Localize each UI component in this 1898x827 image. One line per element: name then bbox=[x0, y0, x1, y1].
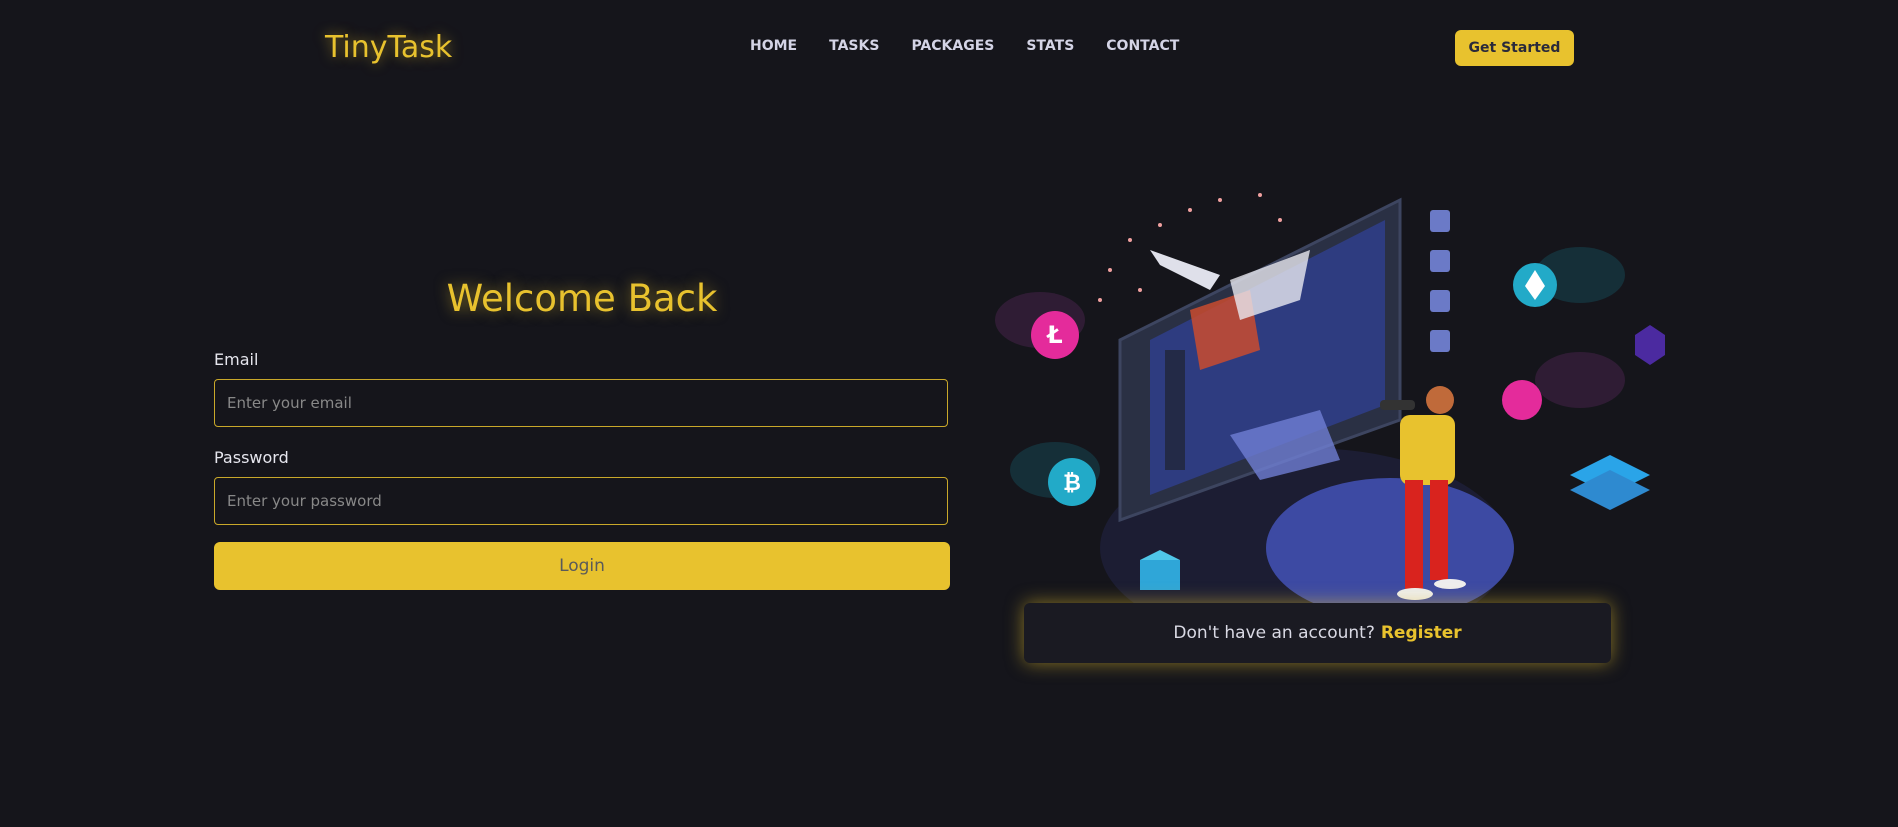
email-input[interactable]: Enter your email bbox=[214, 379, 948, 427]
login-page: TinyTask HOME TASKS PACKAGES STATS CONTA… bbox=[0, 0, 1898, 827]
stack-icon bbox=[1570, 455, 1650, 510]
gem-icon bbox=[1635, 325, 1665, 365]
nav-contact[interactable]: CONTACT bbox=[1106, 38, 1179, 54]
stage-icon bbox=[1266, 478, 1514, 618]
nav-tasks[interactable]: TASKS bbox=[829, 38, 879, 54]
email-label: Email bbox=[214, 350, 259, 369]
spaceship-icon bbox=[1150, 250, 1220, 290]
ethereum-icon bbox=[1513, 247, 1625, 307]
main-nav: HOME TASKS PACKAGES STATS CONTACT bbox=[750, 38, 1179, 54]
page-title: Welcome Back bbox=[446, 277, 718, 320]
logo[interactable]: TinyTask bbox=[325, 30, 452, 65]
login-button[interactable]: Login bbox=[214, 542, 950, 590]
password-label: Password bbox=[214, 448, 289, 467]
get-started-button[interactable]: Get Started bbox=[1455, 30, 1574, 66]
svg-text:Ł: Ł bbox=[1045, 321, 1062, 349]
ripple-icon bbox=[1502, 352, 1625, 420]
password-input[interactable]: Enter your password bbox=[214, 477, 948, 525]
nav-stats[interactable]: STATS bbox=[1026, 38, 1074, 54]
nav-home[interactable]: HOME bbox=[750, 38, 797, 54]
register-link[interactable]: Register bbox=[1381, 623, 1462, 643]
register-prompt: Don't have an account? bbox=[1173, 623, 1375, 643]
bitcoin-icon: ₿ bbox=[1010, 442, 1100, 506]
ui-cards-icon bbox=[1430, 210, 1450, 352]
litecoin-icon: Ł bbox=[995, 292, 1085, 359]
nav-packages[interactable]: PACKAGES bbox=[911, 38, 994, 54]
register-banner: Don't have an account? Register bbox=[1024, 603, 1611, 663]
svg-text:₿: ₿ bbox=[1063, 471, 1081, 496]
